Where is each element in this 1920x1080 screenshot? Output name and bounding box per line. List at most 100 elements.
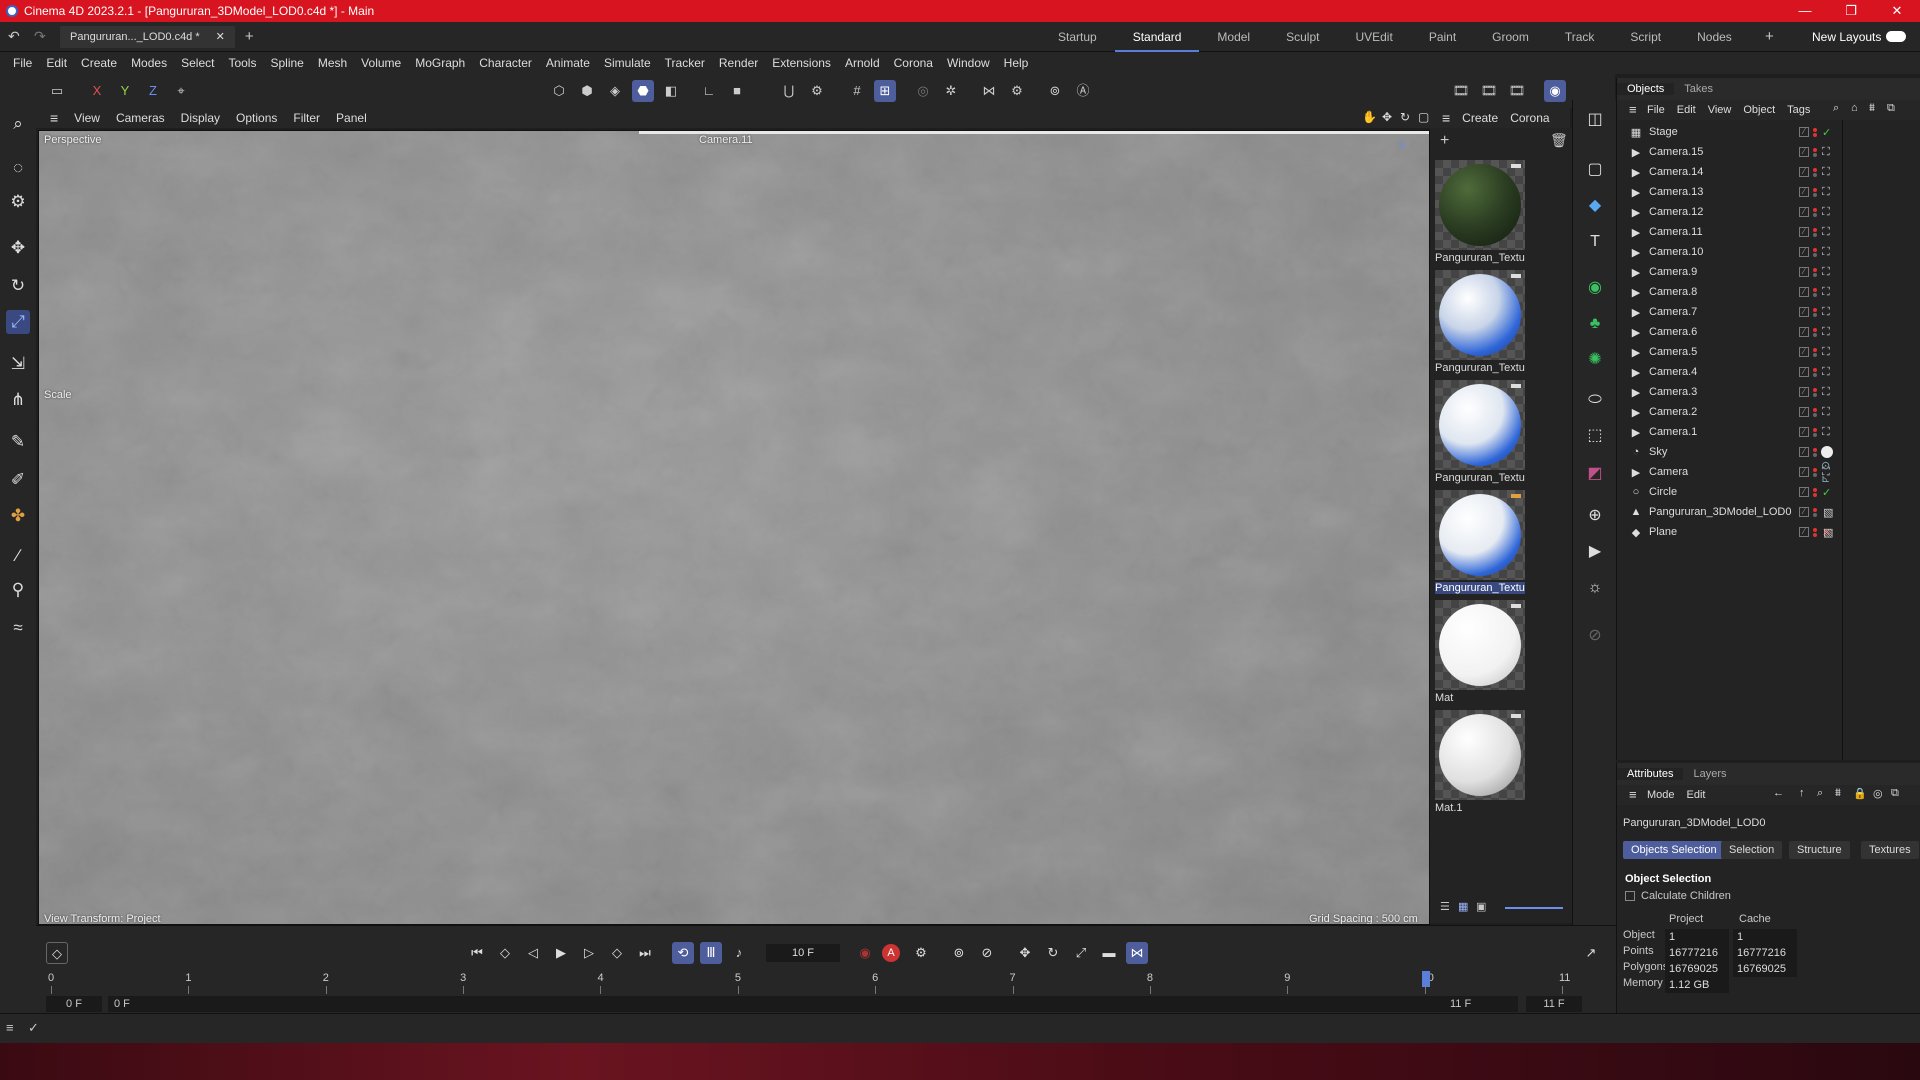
layout-tab-paint[interactable]: Paint (1411, 22, 1474, 52)
sculpt-icon[interactable]: ✤ (6, 504, 30, 528)
edges-mode-icon[interactable]: ⬢ (576, 80, 598, 102)
attr-tab-objects-selection[interactable]: Objects Selection (1623, 841, 1725, 859)
attributes-hamburger-icon[interactable]: ≡ (1623, 787, 1643, 802)
render-settings-button-icon[interactable]: 🎞 (1506, 80, 1528, 102)
menu-character[interactable]: Character (472, 56, 539, 70)
next-frame-icon[interactable]: ▷ (578, 942, 600, 964)
timeline-start-field[interactable]: 0 F (46, 996, 102, 1012)
list-view-icon[interactable]: ☰ (1440, 900, 1450, 913)
timeline-end-field[interactable]: 11 F (1526, 996, 1582, 1012)
environment-create-icon[interactable]: ⊕ (1583, 504, 1607, 528)
attr-project-value[interactable]: 1 (1665, 929, 1729, 945)
mesh-tool-icon[interactable]: ⋔ (6, 388, 30, 412)
y-axis-lock[interactable]: Y (114, 80, 136, 102)
viewport-menu-display[interactable]: Display (173, 111, 228, 125)
visibility-dots[interactable] (1813, 267, 1818, 277)
add-document-button[interactable]: + (245, 28, 254, 45)
object-name[interactable]: Camera.7 (1649, 306, 1819, 318)
select-options-icon[interactable]: ⚙ (6, 190, 30, 214)
status-check-icon[interactable]: ✓ (28, 1020, 39, 1036)
menu-create[interactable]: Create (74, 56, 124, 70)
object-row[interactable]: ▶ Camera.15 ⁄ ⛶ (1617, 142, 1920, 162)
restore-button[interactable]: ❐ (1828, 0, 1874, 22)
uv-mode-icon[interactable]: ◧ (660, 80, 682, 102)
playhead[interactable] (1422, 971, 1430, 987)
menu-modes[interactable]: Modes (124, 56, 174, 70)
objects-menu-file[interactable]: File (1641, 104, 1671, 116)
render-visibility-dot[interactable] (1813, 372, 1817, 377)
visibility-dots[interactable] (1813, 407, 1818, 417)
visibility-dots[interactable] (1813, 127, 1818, 137)
polygons-mode-icon[interactable]: ◈ (604, 80, 626, 102)
layout-tab-groom[interactable]: Groom (1474, 22, 1547, 52)
render-visibility-dot[interactable] (1813, 432, 1817, 437)
tab-takes[interactable]: Takes (1674, 83, 1723, 95)
viewport-menu-cameras[interactable]: Cameras (108, 111, 173, 125)
object-name[interactable]: Camera (1649, 466, 1819, 478)
layout-tab-standard[interactable]: Standard (1114, 22, 1200, 52)
spline-pen-icon[interactable]: ✎ (6, 430, 30, 454)
close-button[interactable]: ✕ (1874, 0, 1920, 22)
tag-create-icon[interactable]: ⊘ (1583, 624, 1607, 648)
object-name[interactable]: Camera.2 (1649, 406, 1819, 418)
objects-filter-icon[interactable]: ⩩ (1863, 102, 1881, 115)
visibility-dots[interactable] (1813, 167, 1818, 177)
render-visibility-dot[interactable] (1813, 152, 1817, 157)
large-view-icon[interactable]: ▣ (1476, 900, 1486, 913)
minimize-button[interactable]: — (1782, 0, 1828, 22)
menu-tracker[interactable]: Tracker (658, 56, 712, 70)
editor-visibility-dot[interactable] (1813, 127, 1817, 132)
viewport-menu-view[interactable]: View (66, 111, 108, 125)
deformer-create-icon[interactable]: ✺ (1583, 348, 1607, 372)
object-name[interactable]: Sky (1649, 446, 1819, 458)
axis-mode-icon[interactable]: ∟ (698, 80, 720, 102)
key-settings-icon[interactable]: ⚙ (910, 942, 932, 964)
lock-workplane-icon[interactable]: ⊚ (1044, 80, 1066, 102)
visibility-dots[interactable] (1813, 187, 1818, 197)
menu-file[interactable]: File (6, 56, 39, 70)
layer-edit-icon[interactable]: ⁄ (1799, 427, 1809, 437)
add-layout-button[interactable]: + (1765, 28, 1774, 45)
editor-visibility-dot[interactable] (1813, 307, 1817, 312)
material-menu-corona[interactable]: Corona (1504, 111, 1555, 125)
object-status-icon[interactable]: ⛶ (1822, 226, 1834, 239)
grid-view-icon[interactable]: ▦ (1458, 900, 1468, 913)
object-row[interactable]: ▶ Camera.6 ⁄ ⛶ (1617, 322, 1920, 342)
layer-edit-icon[interactable]: ⁄ (1799, 167, 1809, 177)
menu-render[interactable]: Render (712, 56, 765, 70)
thumbnail-size-slider[interactable] (1505, 907, 1563, 909)
object-row[interactable]: ▶ Camera.2 ⁄ ⛶ (1617, 402, 1920, 422)
layer-edit-icon[interactable]: ⁄ (1799, 447, 1809, 457)
camera-create-icon[interactable]: ▶ (1583, 540, 1607, 564)
viewport-menu-filter[interactable]: Filter (285, 111, 328, 125)
editor-visibility-dot[interactable] (1813, 267, 1817, 272)
effector-create-icon[interactable]: ◩ (1583, 462, 1607, 486)
object-row[interactable]: ▦ Stage ⁄ ✓ (1617, 122, 1920, 142)
material-item[interactable]: Pangururan_Textu (1435, 270, 1525, 374)
object-row[interactable]: ◔ Sky ⁄ (1617, 442, 1920, 462)
render-visibility-dot[interactable] (1813, 352, 1817, 357)
objects-home-icon[interactable]: ⌂ (1845, 102, 1864, 114)
editor-visibility-dot[interactable] (1813, 327, 1817, 332)
new-layouts-label[interactable]: New Layouts (1812, 30, 1881, 44)
object-row[interactable]: ▶ Camera.9 ⁄ ⛶ (1617, 262, 1920, 282)
editor-visibility-dot[interactable] (1813, 227, 1817, 232)
menu-select[interactable]: Select (174, 56, 221, 70)
calculate-children-checkbox[interactable] (1625, 891, 1635, 901)
layer-edit-icon[interactable]: ⁄ (1799, 367, 1809, 377)
material-menu-create[interactable]: Create (1456, 111, 1504, 125)
editor-visibility-dot[interactable] (1813, 287, 1817, 292)
go-to-start-icon[interactable]: ⏮ (466, 942, 488, 964)
editor-visibility-dot[interactable] (1813, 387, 1817, 392)
attr-cache-value[interactable]: 16777216 (1733, 945, 1797, 961)
editor-visibility-dot[interactable] (1813, 427, 1817, 432)
render-visibility-dot[interactable] (1813, 392, 1817, 397)
render-visibility-dot[interactable] (1813, 232, 1817, 237)
key-filter-icon[interactable]: ⊚ (948, 942, 970, 964)
render-visibility-dot[interactable] (1813, 292, 1817, 297)
layer-edit-icon[interactable]: ⁄ (1799, 267, 1809, 277)
sky-material-tag-icon[interactable] (1821, 446, 1833, 458)
coordinate-system-icon[interactable]: ⌖ (170, 80, 192, 102)
menu-mesh[interactable]: Mesh (311, 56, 354, 70)
object-row[interactable]: ▶ Camera.5 ⁄ ⛶ (1617, 342, 1920, 362)
